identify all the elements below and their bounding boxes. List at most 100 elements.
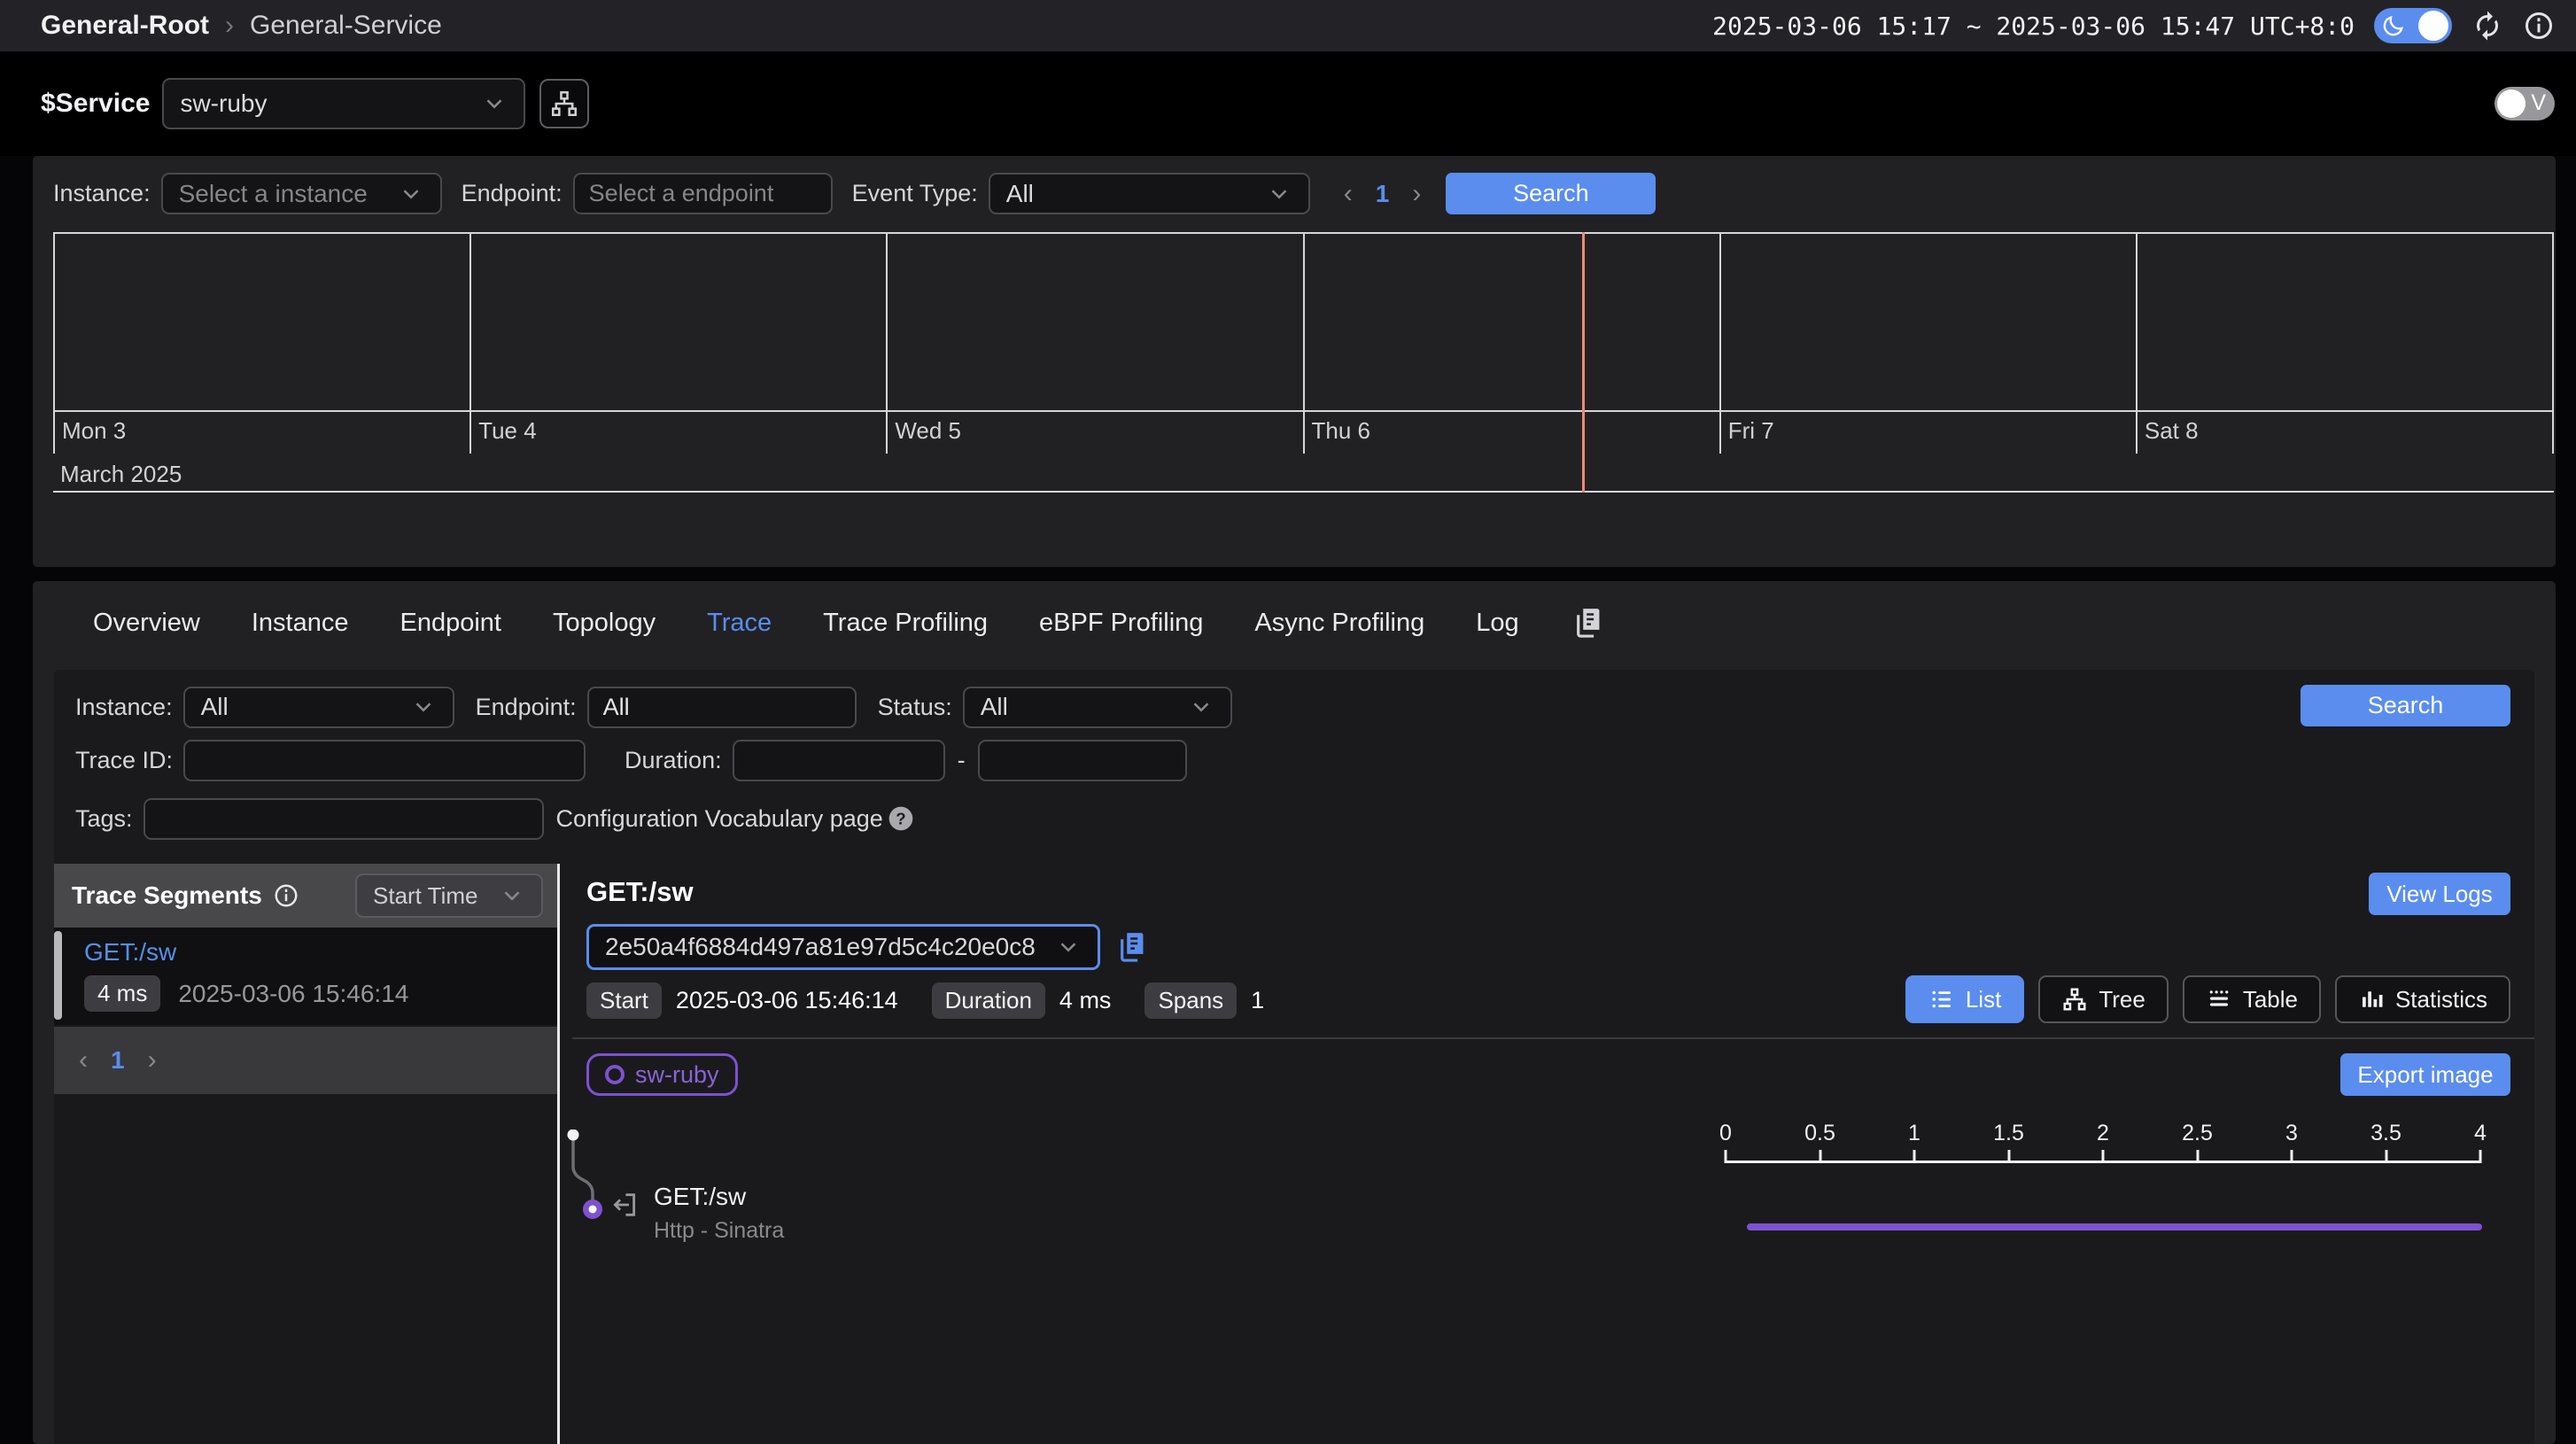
trace-detail-panel: GET:/sw View Logs 2e50a4f6884d497a81e97d…	[560, 864, 2534, 1444]
duration-label-badge: Duration	[932, 982, 1045, 1019]
prev-page-arrow[interactable]: ‹	[79, 1045, 88, 1075]
view-button-statistics[interactable]: Statistics	[2335, 975, 2510, 1023]
moon-icon	[2381, 13, 2406, 38]
tab-endpoint[interactable]: Endpoint	[400, 609, 502, 638]
axis-tick-label: 0.5	[1804, 1121, 1835, 1146]
tab-trace[interactable]: Trace	[707, 609, 772, 638]
view-switcher: List Tree Table	[1905, 975, 2510, 1023]
service-topology-button[interactable]	[539, 79, 589, 128]
segment-name[interactable]: GET:/sw	[84, 938, 557, 967]
page-number[interactable]: 1	[111, 1046, 125, 1075]
chevron-down-icon	[410, 694, 437, 720]
time-range-picker[interactable]: 2025-03-06 15:17 ~ 2025-03-06 15:47 UTC+…	[1712, 12, 2355, 41]
event-instance-select[interactable]: Select a instance	[161, 173, 442, 214]
span-name[interactable]: GET:/sw	[654, 1183, 746, 1211]
trace-id-value: 2e50a4f6884d497a81e97d5c4c20e0c8	[605, 933, 1036, 961]
event-type-value: All	[1006, 180, 1034, 208]
axis-tick-label: 3	[2285, 1121, 2298, 1146]
next-page-arrow[interactable]: ›	[148, 1045, 157, 1075]
trace-title: GET:/sw	[586, 876, 694, 908]
version-toggle[interactable]: V	[2495, 87, 2555, 120]
event-endpoint-input[interactable]	[573, 173, 833, 214]
breadcrumb-separator: ›	[225, 11, 234, 41]
info-icon[interactable]	[2523, 10, 2555, 42]
instance-label: Instance:	[53, 180, 151, 207]
tab-instance[interactable]: Instance	[252, 609, 349, 638]
vocabulary-link[interactable]: Configuration Vocabulary page	[556, 805, 883, 833]
event-type-select[interactable]: All	[989, 173, 1310, 214]
breadcrumb-current[interactable]: General-Service	[250, 11, 442, 41]
tabs-row: Overview Instance Endpoint Topology Trac…	[33, 581, 2556, 647]
tab-trace-profiling[interactable]: Trace Profiling	[823, 609, 988, 638]
events-search-button[interactable]: Search	[1446, 173, 1656, 214]
tab-async-profiling[interactable]: Async Profiling	[1254, 609, 1424, 638]
table-icon	[2206, 986, 2232, 1013]
view-button-list[interactable]: List	[1905, 975, 2024, 1023]
svg-text:?: ?	[896, 810, 905, 828]
tree-icon	[2061, 986, 2088, 1013]
next-page-arrow[interactable]: ›	[1412, 179, 1421, 209]
duration-max-input[interactable]	[978, 740, 1187, 781]
tab-log[interactable]: Log	[1476, 609, 1518, 638]
axis-tick-label: 1.5	[1993, 1121, 2024, 1146]
day-label: Tue 4	[471, 412, 886, 454]
axis-tick-label: 3.5	[2370, 1121, 2401, 1146]
tab-ebpf-profiling[interactable]: eBPF Profiling	[1039, 609, 1203, 638]
legend-circle-icon	[605, 1065, 625, 1084]
view-logs-button[interactable]: View Logs	[2369, 873, 2510, 915]
span-component: Http - Sinatra	[654, 1218, 784, 1244]
trace-id-input[interactable]	[183, 740, 586, 781]
top-header: General-Root › General-Service 2025-03-0…	[0, 0, 2576, 51]
segment-start-time: 2025-03-06 15:46:14	[178, 980, 408, 1008]
axis-tick-label: 1	[1908, 1121, 1920, 1146]
view-button-table[interactable]: Table	[2183, 975, 2321, 1023]
tab-topology[interactable]: Topology	[553, 609, 656, 638]
filter-instance-select[interactable]: All	[183, 687, 454, 728]
copy-trace-id-icon[interactable]	[1114, 930, 1148, 964]
service-legend-chip[interactable]: sw-ruby	[586, 1053, 738, 1096]
toggle-knob	[2497, 89, 2526, 118]
segment-duration-badge: 4 ms	[84, 975, 160, 1012]
filter-status-select[interactable]: All	[963, 687, 1232, 728]
hierarchy-icon	[549, 89, 579, 119]
scrollbar-thumb[interactable]	[54, 931, 62, 1020]
trace-search-button[interactable]: Search	[2301, 685, 2510, 726]
toggle-knob	[2418, 11, 2448, 41]
filter-endpoint-input[interactable]	[587, 687, 857, 728]
tags-label: Tags:	[75, 805, 133, 833]
refresh-icon[interactable]	[2471, 10, 2503, 42]
info-icon[interactable]	[273, 882, 299, 909]
list-item[interactable]: GET:/sw 4 ms 2025-03-06 15:46:14	[54, 928, 557, 1012]
endpoint-label: Endpoint:	[462, 180, 563, 207]
copy-dashboard-icon[interactable]	[1571, 606, 1604, 640]
dark-mode-toggle[interactable]	[2374, 8, 2452, 43]
entry-span-icon	[609, 1190, 640, 1220]
duration-label: Duration:	[625, 747, 722, 774]
view-button-tree[interactable]: Tree	[2038, 975, 2169, 1023]
page-number[interactable]: 1	[1376, 180, 1390, 208]
sort-select[interactable]: Start Time	[355, 873, 543, 918]
service-select[interactable]: sw-ruby	[162, 78, 525, 129]
service-label: $Service	[41, 89, 150, 119]
duration-min-input[interactable]	[733, 740, 945, 781]
axis-tick-label: 2	[2097, 1121, 2109, 1146]
export-image-button[interactable]: Export image	[2340, 1053, 2510, 1096]
axis-tick-label: 2.5	[2182, 1121, 2213, 1146]
filter-status-value: All	[981, 693, 1008, 721]
breadcrumb-root[interactable]: General-Root	[41, 11, 209, 41]
service-select-value: sw-ruby	[180, 89, 267, 118]
tags-input[interactable]	[144, 798, 544, 840]
trace-segments-header: Trace Segments Start Time	[54, 864, 557, 928]
sort-select-value: Start Time	[373, 882, 477, 910]
events-calendar[interactable]: Mon 3 Tue 4 Wed 5 Thu 6 Fri 7 Sat 8 Marc…	[53, 232, 2554, 493]
bar-chart-icon	[2358, 986, 2385, 1013]
legend-service-name: sw-ruby	[635, 1061, 719, 1089]
prev-page-arrow[interactable]: ‹	[1344, 179, 1353, 209]
trace-id-select[interactable]: 2e50a4f6884d497a81e97d5c4c20e0c8	[586, 924, 1100, 970]
question-icon[interactable]: ?	[887, 804, 915, 833]
filter-instance-label: Instance:	[75, 694, 173, 721]
tab-overview[interactable]: Overview	[93, 609, 200, 638]
service-bar: $Service sw-ruby V	[0, 51, 2576, 156]
spans-value: 1	[1251, 987, 1264, 1014]
span-duration-bar[interactable]	[1747, 1223, 2482, 1231]
